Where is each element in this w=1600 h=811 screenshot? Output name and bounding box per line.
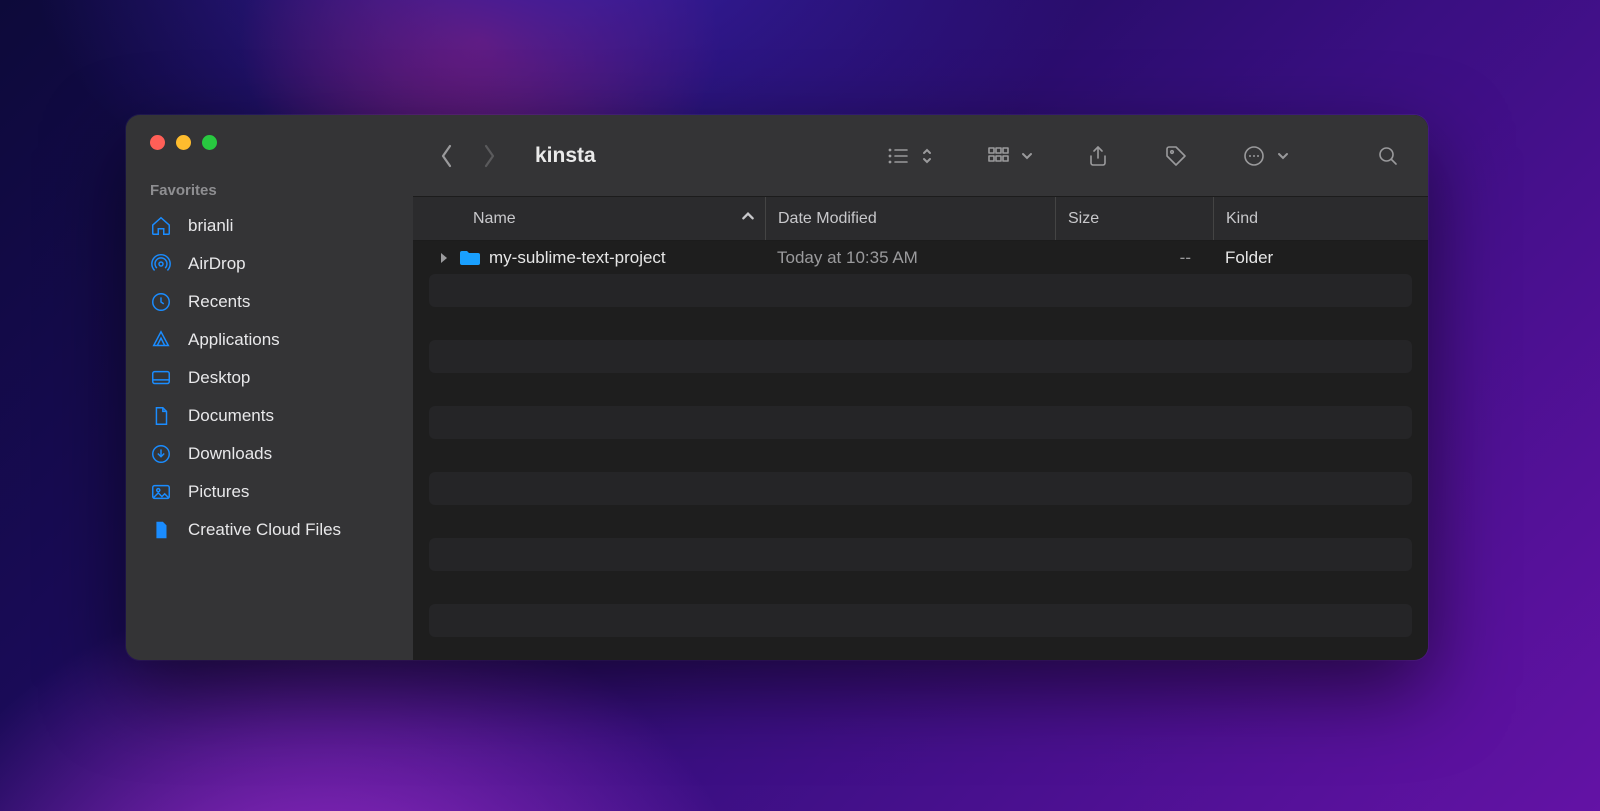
search-icon (1374, 142, 1402, 170)
group-by-button[interactable] (984, 142, 1034, 170)
finder-window: Favorites brianli AirDrop Recents Applic… (126, 115, 1428, 660)
ellipsis-circle-icon (1240, 142, 1268, 170)
creative-cloud-files-icon (150, 519, 172, 541)
close-window-button[interactable] (150, 135, 165, 150)
minimize-window-button[interactable] (176, 135, 191, 150)
empty-row (429, 538, 1412, 571)
sidebar-item-airdrop[interactable]: AirDrop (126, 245, 413, 283)
sidebar-section-label: Favorites (126, 182, 413, 207)
sidebar-item-label: Downloads (188, 444, 272, 464)
chevron-down-icon (1020, 149, 1034, 163)
empty-row (429, 439, 1412, 472)
column-header-date-modified[interactable]: Date Modified (765, 197, 1055, 240)
sidebar-item-creative-cloud-files[interactable]: Creative Cloud Files (126, 511, 413, 549)
sidebar-item-pictures[interactable]: Pictures (126, 473, 413, 511)
chevron-down-icon (1276, 149, 1290, 163)
document-icon (150, 405, 172, 427)
home-icon (150, 215, 172, 237)
empty-row (429, 406, 1412, 439)
empty-row (429, 274, 1412, 307)
sidebar-item-documents[interactable]: Documents (126, 397, 413, 435)
clock-icon (150, 291, 172, 313)
column-header-size[interactable]: Size (1055, 197, 1213, 240)
empty-row (429, 307, 1412, 340)
column-header-name[interactable]: Name (413, 197, 765, 240)
forward-button[interactable] (475, 137, 503, 175)
file-row[interactable]: my-sublime-text-project Today at 10:35 A… (429, 241, 1412, 274)
sidebar-item-label: AirDrop (188, 254, 246, 274)
share-button[interactable] (1084, 142, 1112, 170)
file-list: my-sublime-text-project Today at 10:35 A… (413, 241, 1428, 660)
file-date: Today at 10:35 AM (765, 248, 1055, 268)
sidebar-item-applications[interactable]: Applications (126, 321, 413, 359)
up-down-chevron-icon (920, 149, 934, 163)
column-label: Kind (1226, 210, 1258, 228)
share-icon (1084, 142, 1112, 170)
sidebar-item-label: Recents (188, 292, 250, 312)
tag-icon (1162, 142, 1190, 170)
search-button[interactable] (1374, 142, 1402, 170)
column-label: Size (1068, 210, 1099, 228)
sidebar-item-downloads[interactable]: Downloads (126, 435, 413, 473)
column-label: Date Modified (778, 210, 877, 228)
download-icon (150, 443, 172, 465)
sidebar-item-label: Pictures (188, 482, 249, 502)
sidebar-item-label: Creative Cloud Files (188, 520, 341, 540)
empty-row (429, 472, 1412, 505)
sidebar-item-label: Desktop (188, 368, 250, 388)
pictures-icon (150, 481, 172, 503)
empty-row (429, 340, 1412, 373)
file-size: -- (1055, 248, 1213, 268)
main-pane: kinsta (413, 115, 1428, 660)
sidebar-item-recents[interactable]: Recents (126, 283, 413, 321)
file-kind: Folder (1213, 248, 1412, 268)
empty-row (429, 604, 1412, 637)
back-button[interactable] (433, 137, 461, 175)
empty-row (429, 505, 1412, 538)
more-actions-button[interactable] (1240, 142, 1290, 170)
sort-ascending-icon (741, 209, 755, 228)
list-view-icon (884, 142, 912, 170)
airdrop-icon (150, 253, 172, 275)
sidebar-item-label: Documents (188, 406, 274, 426)
empty-row (429, 571, 1412, 604)
zoom-window-button[interactable] (202, 135, 217, 150)
toolbar: kinsta (413, 115, 1428, 197)
column-label: Name (473, 210, 516, 228)
tags-button[interactable] (1162, 142, 1190, 170)
disclosure-chevron-icon[interactable] (437, 252, 451, 264)
sidebar-item-desktop[interactable]: Desktop (126, 359, 413, 397)
applications-icon (150, 329, 172, 351)
sidebar-item-label: Applications (188, 330, 280, 350)
sidebar-item-brianli[interactable]: brianli (126, 207, 413, 245)
column-header-kind[interactable]: Kind (1213, 197, 1428, 240)
sidebar-item-label: brianli (188, 216, 233, 236)
folder-icon (459, 249, 481, 267)
file-name: my-sublime-text-project (489, 248, 666, 268)
grid-icon (984, 142, 1012, 170)
desktop-icon (150, 367, 172, 389)
sidebar: Favorites brianli AirDrop Recents Applic… (126, 115, 413, 660)
traffic-lights (126, 135, 413, 150)
empty-row (429, 373, 1412, 406)
view-mode-button[interactable] (884, 142, 934, 170)
window-title: kinsta (535, 144, 596, 168)
column-headers: Name Date Modified Size Kind (413, 197, 1428, 241)
